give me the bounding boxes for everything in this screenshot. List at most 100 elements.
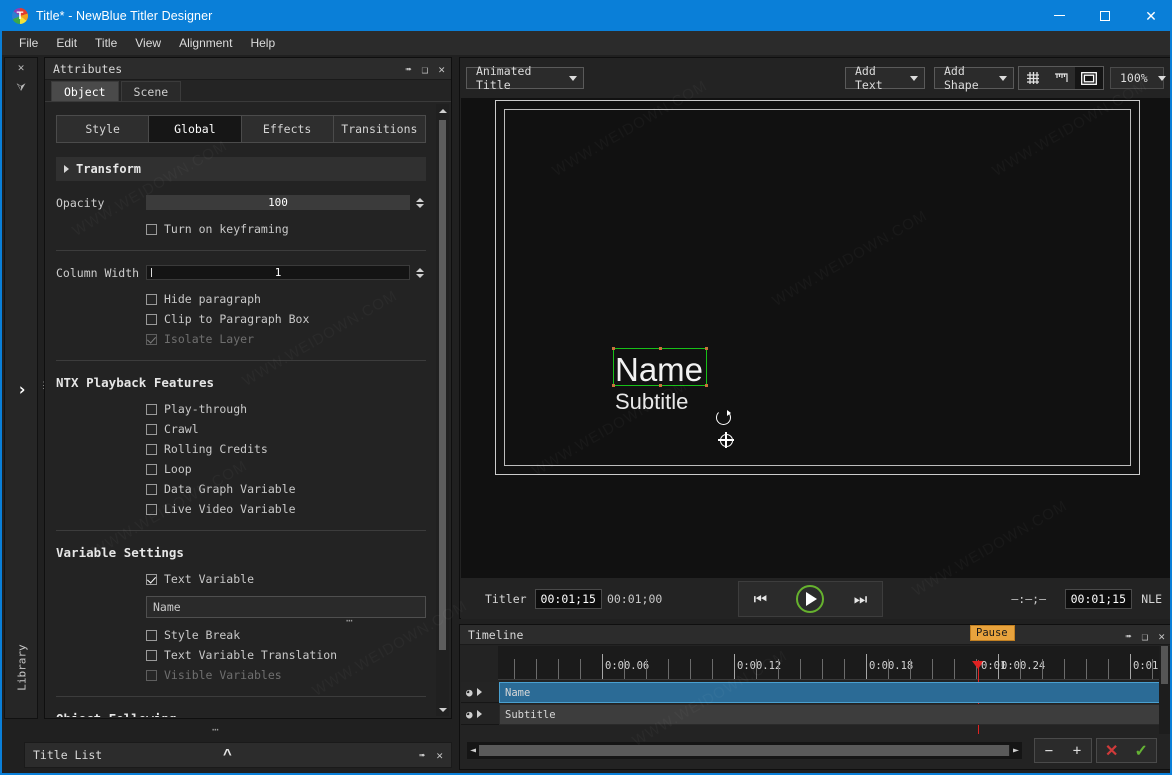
track-clip-subtitle[interactable]: Subtitle [499,704,1170,725]
pin-icon[interactable]: ➠ [1125,631,1132,642]
caret-up-icon[interactable] [415,267,424,272]
chevron-right-icon[interactable] [476,710,482,718]
style-break-row[interactable]: Style Break [56,625,426,645]
menu-edit[interactable]: Edit [47,33,86,53]
pin-icon[interactable]: ➠ [419,750,426,761]
title-mode-dropdown[interactable]: Animated Title [466,64,584,92]
scrollbar-thumb[interactable] [1161,646,1168,684]
menu-help[interactable]: Help [241,33,284,53]
live-video-variable-checkbox[interactable] [146,503,157,515]
play-through-checkbox[interactable] [146,403,157,415]
attributes-scrollbar[interactable] [436,104,449,716]
clip-paragraph-row[interactable]: Clip to Paragraph Box [56,309,426,329]
menu-view[interactable]: View [126,33,170,53]
close-icon[interactable]: ✕ [1158,631,1165,642]
subtab-effects[interactable]: Effects [242,116,334,142]
hide-paragraph-checkbox[interactable] [146,293,157,305]
resize-handle-nw[interactable] [612,347,615,350]
rail-close-icon[interactable]: ✕ [5,58,37,78]
variable-name-input[interactable]: Name [146,596,426,618]
preview-splitter-handle[interactable]: ⋯ [346,614,355,627]
style-break-checkbox[interactable] [146,629,157,641]
add-text-dropdown[interactable]: Add Text [845,64,925,92]
rail-pin-icon[interactable]: ⮛ [5,78,37,98]
ntx-loop-row[interactable]: Loop [56,459,426,479]
title-list-collapse-button[interactable]: ^ [223,746,232,763]
resize-handle-s[interactable] [659,384,662,387]
selection-box[interactable] [612,347,708,387]
tab-object[interactable]: Object [51,81,119,101]
menu-title[interactable]: Title [86,33,126,53]
scroll-left-button[interactable]: ◄ [467,745,479,756]
column-width-stepper[interactable] [413,267,426,278]
ntx-data-graph-row[interactable]: Data Graph Variable [56,479,426,499]
scroll-right-button[interactable]: ► [1010,745,1022,756]
timeline-horizontal-scrollbar[interactable]: ◄ ► [467,742,1022,759]
skip-to-end-button[interactable]: ⏭ [854,590,868,608]
chevron-right-icon[interactable] [476,688,482,696]
resize-handle-ne[interactable] [705,347,708,350]
caret-up-icon[interactable] [415,197,424,202]
opacity-slider[interactable]: 100 [146,195,410,210]
menu-file[interactable]: File [10,33,47,53]
play-button[interactable] [796,585,825,613]
hide-paragraph-row[interactable]: Hide paragraph [56,289,426,309]
rolling-credits-checkbox[interactable] [146,443,157,455]
ruler-button[interactable] [1047,67,1075,89]
resize-handle-sw[interactable] [612,384,615,387]
zoom-in-button[interactable]: + [1073,743,1081,759]
clip-paragraph-checkbox[interactable] [146,313,157,325]
subtab-global[interactable]: Global [149,116,242,142]
cancel-button[interactable]: ✕ [1105,741,1118,761]
timeline-vertical-scrollbar[interactable] [1159,646,1170,736]
caret-down-icon[interactable] [415,203,424,208]
close-button[interactable]: ✕ [1128,0,1170,31]
add-shape-dropdown[interactable]: Add Shape [934,64,1014,92]
track-clip-name[interactable]: Name [499,682,1170,703]
resize-handle-n[interactable] [659,347,662,350]
caret-down-icon[interactable] [415,273,424,278]
text-variable-translation-row[interactable]: Text Variable Translation [56,645,426,665]
ntx-rolling-credits-row[interactable]: Rolling Credits [56,439,426,459]
column-width-input[interactable]: 1 [146,265,410,280]
ntx-live-video-row[interactable]: Live Video Variable [56,499,426,519]
text-variable-checkbox[interactable] [146,573,157,585]
current-timecode[interactable]: 00:01;15 [534,589,602,609]
safe-area-button[interactable] [1075,67,1103,89]
grid-button[interactable] [1019,67,1047,89]
timeline-ruler[interactable]: 0:00.06 0:00.12 0:00.18 0:00.24 0:01.06 [498,646,1170,680]
maximize-button[interactable] [1082,0,1128,31]
canvas-text-subtitle[interactable]: Subtitle [615,391,688,413]
library-label[interactable]: Library [16,635,29,701]
loop-checkbox[interactable] [146,463,157,475]
scrollbar-thumb[interactable] [479,745,1009,756]
text-variable-row[interactable]: Text Variable [56,569,426,589]
keyframing-row[interactable]: Turn on keyframing [56,219,426,239]
minimize-button[interactable] [1036,0,1082,31]
close-icon[interactable]: ✕ [436,750,443,761]
table-row[interactable]: ◕ Name [461,682,1170,703]
scroll-down-button[interactable] [436,703,449,716]
menu-alignment[interactable]: Alignment [170,33,241,53]
zoom-dropdown[interactable]: 100% [1110,67,1166,89]
crawl-checkbox[interactable] [146,423,157,435]
close-icon[interactable]: ✕ [438,64,445,75]
transform-group-header[interactable]: Transform [56,157,426,181]
float-icon[interactable]: ❑ [1142,631,1149,642]
preview-canvas[interactable]: Name Subtitle [461,98,1170,578]
confirm-button[interactable]: ✓ [1135,741,1148,761]
zoom-out-button[interactable]: − [1045,743,1053,759]
ntx-play-through-row[interactable]: Play-through [56,399,426,419]
horizontal-splitter-handle[interactable]: ⋯ [212,723,221,736]
data-graph-variable-checkbox[interactable] [146,483,157,495]
ntx-crawl-row[interactable]: Crawl [56,419,426,439]
opacity-stepper[interactable] [413,197,426,208]
anchor-point-icon[interactable] [718,432,734,448]
eye-icon[interactable]: ◕ [466,687,473,698]
table-row[interactable]: ◕ Subtitle [461,704,1170,725]
nle-timecode[interactable]: 00:01;15 [1064,589,1132,609]
scrollbar-track[interactable] [479,745,1010,756]
tab-scene[interactable]: Scene [120,81,182,101]
resize-handle-se[interactable] [705,384,708,387]
rotate-icon[interactable] [716,410,731,425]
